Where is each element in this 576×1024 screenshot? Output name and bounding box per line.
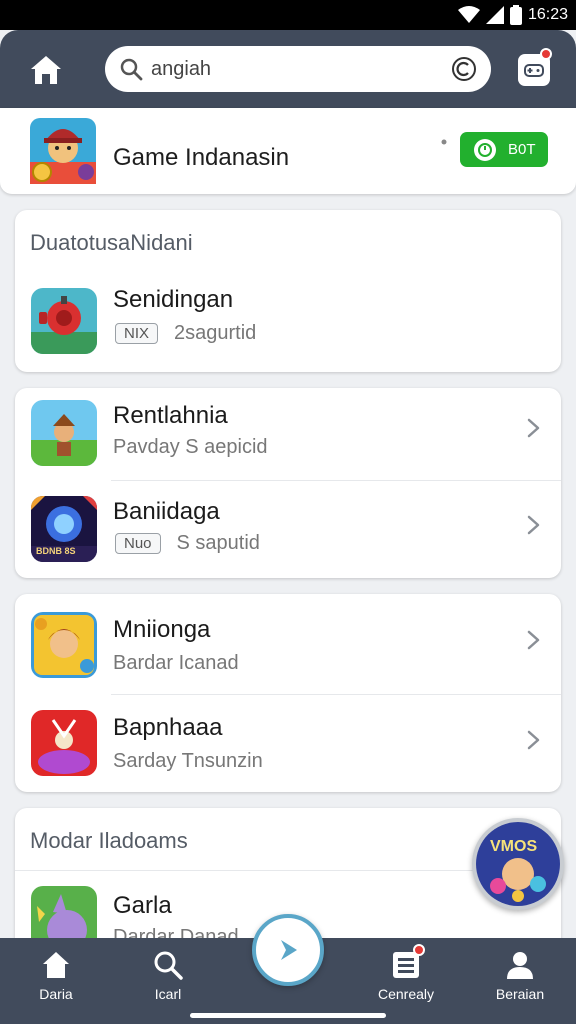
chevron-right-icon bbox=[527, 630, 540, 650]
section-title: DuatotusaNidani bbox=[30, 230, 193, 255]
app-title: Bapnhaaa bbox=[113, 714, 223, 741]
home-indicator[interactable] bbox=[190, 1013, 386, 1018]
nav-label: Beraian bbox=[495, 986, 545, 1002]
section-card-1: DuatotusaNidani Senidingan NIX 2sagurtid bbox=[15, 210, 561, 372]
featured-title: Game Indanasin bbox=[113, 144, 290, 171]
app-icon-mniionga bbox=[31, 612, 97, 678]
home-icon bbox=[43, 952, 69, 978]
chevron-right-icon bbox=[527, 515, 540, 535]
notification-button[interactable] bbox=[518, 48, 552, 86]
app-subtitle: 2sagurtid bbox=[174, 322, 257, 344]
search-icon bbox=[120, 58, 143, 81]
home-icon bbox=[31, 56, 61, 84]
app-meta: Nuo S saputid bbox=[115, 532, 260, 555]
search-icon bbox=[154, 951, 183, 980]
signal-icon bbox=[485, 6, 504, 24]
featured-game-icon bbox=[30, 118, 96, 189]
toggle-knob bbox=[474, 138, 496, 161]
badge-label: VMOS bbox=[490, 838, 538, 855]
clear-c-icon[interactable] bbox=[451, 56, 477, 82]
home-button[interactable] bbox=[26, 50, 66, 90]
nav-item-profile[interactable]: Beraian bbox=[470, 950, 570, 1002]
nav-item-feed[interactable]: Cenrealy bbox=[356, 944, 456, 1002]
wifi-icon bbox=[457, 6, 480, 23]
section-card-3: Mniionga Bardar Icanad Bapnhaaa Sarday T… bbox=[15, 594, 561, 792]
person-icon bbox=[507, 952, 533, 979]
app-title: Senidingan bbox=[113, 286, 234, 313]
app-title: Rentlahnia bbox=[113, 402, 228, 429]
status-icons: 16:23 bbox=[457, 4, 568, 26]
app-subtitle: Sarday Tnsunzin bbox=[113, 750, 263, 772]
nav-label: Cenrealy bbox=[377, 986, 435, 1002]
bot-toggle[interactable]: B0T bbox=[460, 132, 548, 167]
status-bar: 16:23 bbox=[0, 0, 576, 30]
divider bbox=[111, 694, 561, 695]
nav-label: Daria bbox=[39, 986, 73, 1002]
status-time: 16:23 bbox=[527, 6, 568, 23]
app-tag-chip: NIX bbox=[115, 323, 159, 344]
app-subtitle: S saputid bbox=[176, 532, 260, 554]
game-controller-icon bbox=[524, 64, 544, 77]
search-bar[interactable] bbox=[105, 46, 491, 92]
chevron-right-icon bbox=[527, 418, 540, 438]
toggle-handle-icon bbox=[441, 139, 447, 145]
toggle-label: B0T bbox=[508, 141, 536, 158]
top-app-bar bbox=[0, 30, 576, 108]
app-title: Garla bbox=[113, 892, 172, 919]
app-title: Baniidaga bbox=[113, 498, 220, 525]
icon-caption: BDNB 8S bbox=[36, 546, 76, 556]
app-tag-chip: Nuo bbox=[115, 533, 161, 554]
app-icon-baniidaga: BDNB 8S bbox=[31, 496, 97, 562]
battery-icon bbox=[509, 5, 522, 25]
divider bbox=[111, 480, 561, 481]
search-input[interactable] bbox=[149, 49, 451, 89]
timer-icon bbox=[478, 142, 492, 157]
arrow-right-icon bbox=[281, 940, 297, 960]
app-title: Mniionga bbox=[113, 616, 211, 643]
nav-label: Icarl bbox=[154, 986, 182, 1002]
notification-dot bbox=[540, 48, 552, 60]
nav-item-search[interactable]: Icarl bbox=[118, 950, 218, 1002]
app-subtitle: Bardar Icanad bbox=[113, 652, 239, 674]
center-fab-button[interactable] bbox=[252, 914, 324, 986]
floating-app-badge[interactable]: VMOS bbox=[472, 818, 564, 910]
nav-item-home[interactable]: Daria bbox=[6, 950, 106, 1002]
section-card-2: Rentlahnia Pavday S aepicid BDNB 8S Bani… bbox=[15, 388, 561, 578]
app-subtitle: Pavday S aepicid bbox=[113, 436, 268, 458]
app-icon-senidingan[interactable] bbox=[31, 288, 97, 354]
chevron-right-icon bbox=[527, 730, 540, 750]
feed-icon-wrap bbox=[391, 944, 425, 980]
app-icon-rentlahnia bbox=[31, 400, 97, 466]
notification-dot bbox=[413, 944, 425, 956]
app-icon-bapnhaaa bbox=[31, 710, 97, 776]
app-meta: NIX 2sagurtid bbox=[115, 322, 256, 345]
section-title: Modar Iladoams bbox=[30, 828, 188, 853]
